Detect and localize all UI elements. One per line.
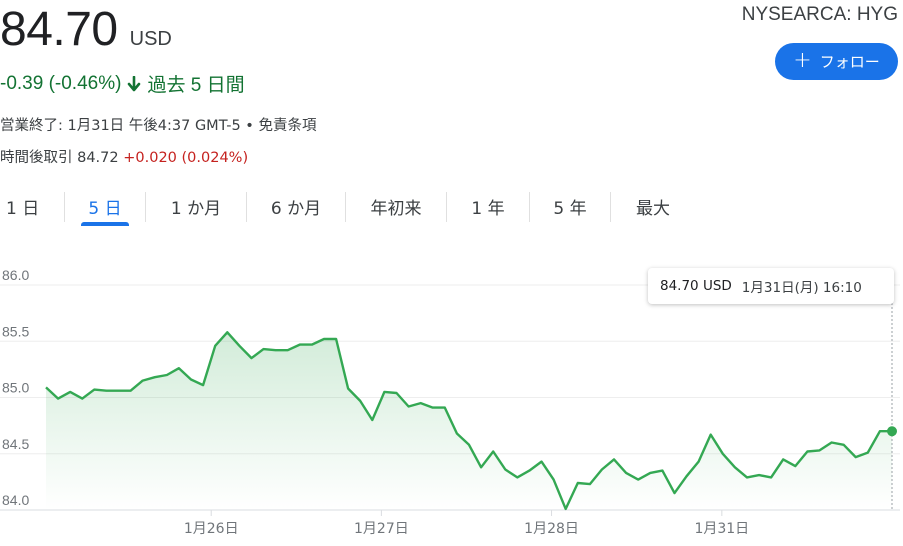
follow-button[interactable]: + フォロー xyxy=(775,43,898,80)
ticker-symbol: NYSEARCA: HYG xyxy=(741,4,898,25)
tab-label: 年初来 xyxy=(370,199,422,219)
currency-label: USD xyxy=(129,28,172,50)
price-area-fill xyxy=(46,332,892,510)
y-axis-labels: 86.0 85.5 85.0 84.5 84.0 xyxy=(2,267,29,508)
price-row: 84.70 USD xyxy=(0,2,172,58)
tab-label: 6 か月 xyxy=(270,199,322,219)
disclaimer-link[interactable]: 免責条項 xyxy=(258,118,316,134)
after-hours-change: +0.020 (0.024%) xyxy=(123,150,249,166)
x-tick-label: 1月26日 xyxy=(184,521,239,537)
tooltip-value: 84.70 USD xyxy=(660,278,732,294)
x-axis: 1月26日 1月27日 1月28日 1月31日 xyxy=(184,510,749,537)
y-tick-label: 84.0 xyxy=(2,492,29,508)
y-tick-label: 84.5 xyxy=(2,436,29,452)
tab-5d[interactable]: 5 日 xyxy=(65,190,145,230)
tab-1y[interactable]: 1 年 xyxy=(447,190,529,230)
tab-label: 5 日 xyxy=(88,199,122,219)
tooltip-date: 1月31日(月) 16:10 xyxy=(741,280,862,296)
tab-1d[interactable]: 1 日 xyxy=(0,190,46,230)
y-tick-label: 86.0 xyxy=(2,267,29,283)
tab-label: 1 年 xyxy=(471,199,505,219)
period-label: 過去 5 日間 xyxy=(147,75,245,96)
after-hours-info: 時間後取引 84.72 +0.020 (0.024%) xyxy=(0,146,248,167)
x-tick-label: 1月27日 xyxy=(354,521,409,537)
after-hours-price: 時間後取引 84.72 xyxy=(0,150,119,166)
x-tick-label: 1月31日 xyxy=(694,521,749,537)
price-change: -0.39 (-0.46%) xyxy=(0,72,122,94)
price-tooltip: 84.70 USD 1月31日(月) 16:10 xyxy=(648,268,894,304)
current-price: 84.70 xyxy=(0,3,118,56)
tab-max[interactable]: 最大 xyxy=(611,190,695,230)
tab-label: 1 日 xyxy=(6,199,40,219)
follow-button-label: フォロー xyxy=(819,53,880,71)
y-tick-label: 85.0 xyxy=(2,380,29,396)
range-tabs: 1 日 5 日 1 か月 6 か月 年初来 1 年 5 年 最大 xyxy=(0,190,695,230)
down-arrow-icon xyxy=(128,75,141,91)
tab-1m[interactable]: 1 か月 xyxy=(146,190,246,230)
tab-5y[interactable]: 5 年 xyxy=(530,190,610,230)
y-tick-label: 85.5 xyxy=(2,323,29,339)
close-time: 営業終了: 1月31日 午後4:37 GMT-5 • xyxy=(0,118,254,134)
tab-6m[interactable]: 6 か月 xyxy=(247,190,345,230)
hover-point xyxy=(887,426,897,437)
plus-icon: + xyxy=(793,47,812,73)
x-tick-label: 1月28日 xyxy=(524,521,579,537)
price-change-row: -0.39 (-0.46%) 過去 5 日間 xyxy=(0,70,245,97)
tab-label: 最大 xyxy=(636,199,670,219)
tab-label: 1 か月 xyxy=(170,199,222,219)
tab-label: 5 年 xyxy=(553,199,587,219)
market-close-info: 営業終了: 1月31日 午後4:37 GMT-5 • 免責条項 xyxy=(0,114,316,135)
tab-ytd[interactable]: 年初来 xyxy=(346,190,446,230)
